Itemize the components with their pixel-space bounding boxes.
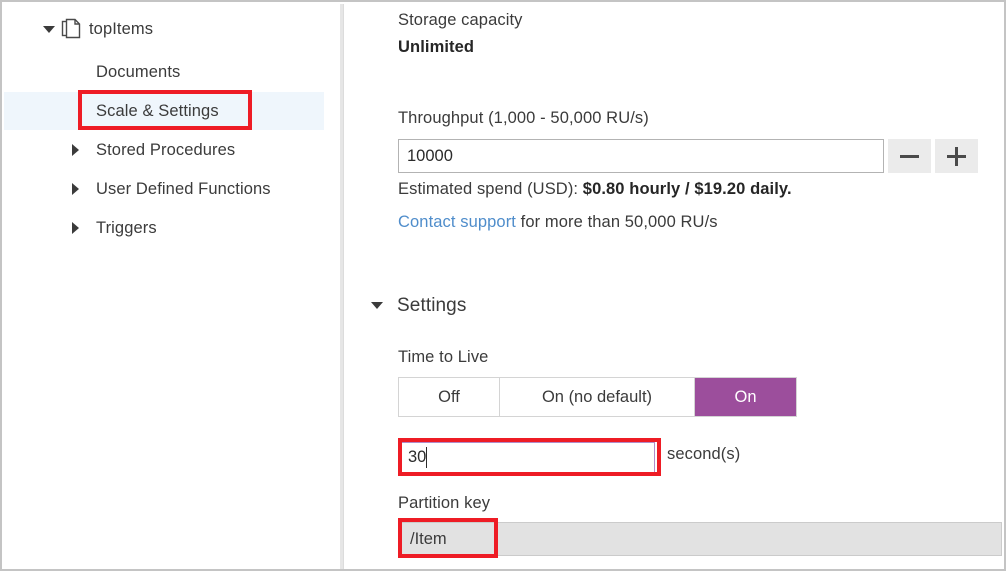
minus-icon [900, 155, 919, 158]
settings-collapse-caret-down-icon[interactable] [371, 302, 383, 309]
settings-section-title: Settings [397, 295, 466, 317]
estimated-spend-line: Estimated spend (USD): $0.80 hourly / $1… [398, 180, 792, 199]
sidebar-item-triggers[interactable]: Triggers [4, 209, 324, 247]
screenshot-root: topItems Documents Scale & Settings Stor… [0, 0, 1006, 571]
sidebar-item-stored-procedures[interactable]: Stored Procedures [4, 131, 324, 169]
partition-key-field[interactable] [400, 522, 1002, 556]
sidebar-item-topitems[interactable]: topItems [4, 10, 324, 48]
chevron-right-icon[interactable] [64, 144, 86, 156]
scale-and-settings-panel: Storage capacity Unlimited Throughput (1… [345, 4, 1002, 567]
storage-capacity-value: Unlimited [398, 38, 474, 57]
estimated-spend-value: $0.80 hourly / $19.20 daily. [583, 180, 792, 198]
contact-support-suffix: for more than 50,000 RU/s [516, 213, 718, 231]
ttl-option-on-no-default[interactable]: On (no default) [500, 378, 695, 416]
sidebar-item-label: Stored Procedures [96, 141, 235, 160]
sidebar-divider [340, 4, 344, 571]
plus-icon [947, 147, 966, 166]
sidebar-item-label: topItems [89, 20, 153, 39]
ttl-option-on[interactable]: On [695, 378, 796, 416]
contact-support-link[interactable]: Contact support [398, 213, 516, 231]
time-to-live-label: Time to Live [398, 348, 488, 367]
throughput-decrement-button[interactable] [888, 139, 931, 173]
text-cursor-caret [426, 447, 427, 468]
time-to-live-toggle-group: Off On (no default) On [398, 377, 797, 417]
ttl-option-off[interactable]: Off [399, 378, 500, 416]
ttl-seconds-input[interactable] [400, 442, 655, 473]
contact-support-line: Contact support for more than 50,000 RU/… [398, 213, 718, 232]
sidebar-item-documents[interactable]: Documents [4, 53, 324, 91]
throughput-input[interactable] [398, 139, 884, 173]
sidebar-item-user-defined-functions[interactable]: User Defined Functions [4, 170, 324, 208]
chevron-right-icon[interactable] [64, 183, 86, 195]
sidebar-item-label: Triggers [96, 219, 157, 238]
throughput-increment-button[interactable] [935, 139, 978, 173]
chevron-right-icon[interactable] [64, 222, 86, 234]
sidebar-item-label: User Defined Functions [96, 180, 271, 199]
sidebar-item-label: Documents [96, 63, 180, 82]
partition-key-label: Partition key [398, 494, 490, 513]
chevron-down-icon[interactable] [38, 26, 60, 33]
sidebar-item-scale-and-settings[interactable]: Scale & Settings [4, 92, 324, 130]
throughput-label: Throughput (1,000 - 50,000 RU/s) [398, 109, 649, 128]
documents-stack-icon [60, 18, 82, 40]
ttl-seconds-unit-label: second(s) [667, 445, 740, 464]
estimated-spend-prefix: Estimated spend (USD): [398, 180, 583, 198]
sidebar-item-label: Scale & Settings [96, 102, 219, 121]
resource-tree-sidebar: topItems Documents Scale & Settings Stor… [4, 4, 342, 571]
storage-capacity-label: Storage capacity [398, 11, 523, 30]
